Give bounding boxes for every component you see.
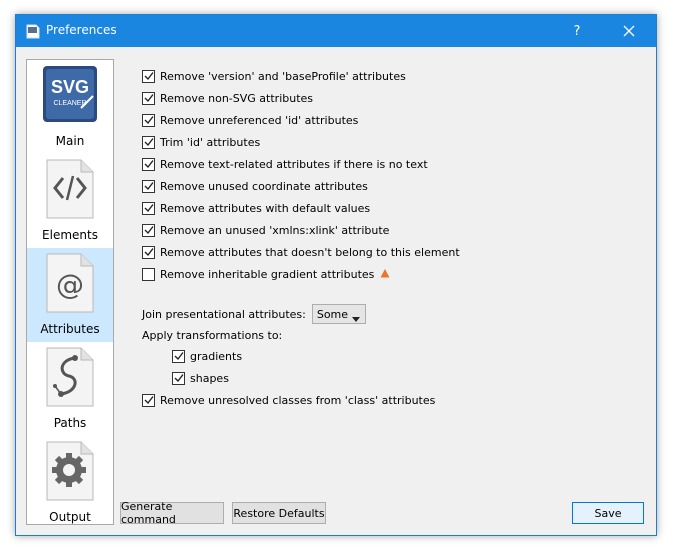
checkmark-icon bbox=[144, 226, 154, 235]
option-label: Trim 'id' attributes bbox=[160, 135, 261, 149]
option-label: Remove 'version' and 'baseProfile' attri… bbox=[160, 69, 406, 83]
join-attributes-row: Join presentational attributes: Some bbox=[142, 303, 366, 325]
checkbox[interactable] bbox=[142, 393, 155, 407]
option-label: Remove an unused 'xmlns:xlink' attribute bbox=[160, 223, 390, 237]
option-label: Remove attributes with default values bbox=[160, 201, 371, 215]
checkbox[interactable] bbox=[172, 371, 185, 385]
option-trim-id[interactable]: Trim 'id' attributes bbox=[142, 133, 260, 151]
app-icon bbox=[26, 24, 40, 39]
sidebar-item-elements[interactable]: Elements bbox=[27, 154, 113, 248]
option-label: Remove inheritable gradient attributes bbox=[160, 267, 375, 281]
option-label: Remove non-SVG attributes bbox=[160, 91, 314, 105]
checkbox[interactable] bbox=[142, 245, 155, 259]
sidebar-item-label: Elements bbox=[42, 228, 98, 242]
option-transform-gradients[interactable]: gradients bbox=[172, 347, 242, 365]
checkbox[interactable] bbox=[142, 179, 155, 193]
checkmark-icon bbox=[144, 116, 154, 125]
close-button[interactable] bbox=[606, 15, 652, 47]
option-label: Remove attributes that doesn't belong to… bbox=[160, 245, 460, 259]
restore-defaults-button[interactable]: Restore Defaults bbox=[232, 502, 326, 524]
checkmark-icon bbox=[144, 72, 154, 81]
checkmark-icon bbox=[144, 204, 154, 213]
checkmark-icon bbox=[174, 374, 184, 383]
option-label: Remove unused coordinate attributes bbox=[160, 179, 368, 193]
window-title: Preferences bbox=[46, 23, 117, 37]
sidebar-item-attributes[interactable]: @ Attributes bbox=[27, 248, 113, 342]
apply-transformations-label: Apply transformations to: bbox=[142, 329, 283, 342]
sidebar-item-label: Output bbox=[49, 510, 91, 524]
option-label: gradients bbox=[190, 349, 243, 363]
bezier-path-icon bbox=[41, 346, 99, 408]
join-select-value: Some bbox=[316, 307, 349, 321]
close-icon bbox=[623, 25, 635, 37]
sidebar-item-label: Main bbox=[55, 134, 85, 148]
sidebar-item-main[interactable]: SVG CLEANER Main bbox=[27, 60, 113, 154]
option-remove-version[interactable]: Remove 'version' and 'baseProfile' attri… bbox=[142, 67, 406, 85]
sidebar-item-output[interactable]: Output bbox=[27, 436, 113, 524]
option-remove-unreferenced-id[interactable]: Remove unreferenced 'id' attributes bbox=[142, 111, 358, 129]
help-button[interactable]: ? bbox=[554, 15, 600, 47]
checkmark-icon bbox=[144, 396, 154, 405]
warning-icon bbox=[380, 268, 390, 281]
option-transform-shapes[interactable]: shapes bbox=[172, 369, 229, 387]
option-label: Remove unresolved classes from 'class' a… bbox=[160, 393, 436, 407]
sidebar-item-label: Paths bbox=[53, 416, 87, 430]
checkmark-icon bbox=[144, 182, 154, 191]
option-remove-non-svg[interactable]: Remove non-SVG attributes bbox=[142, 89, 313, 107]
checkmark-icon bbox=[174, 352, 184, 361]
join-label: Join presentational attributes: bbox=[142, 307, 306, 321]
category-sidebar: SVG CLEANER Main Elements @ Attributes P… bbox=[26, 59, 114, 525]
save-button[interactable]: Save bbox=[572, 502, 644, 524]
preferences-window: Preferences ? SVG CLEANER Main Elements … bbox=[15, 14, 657, 536]
checkbox[interactable] bbox=[142, 91, 155, 105]
generate-command-button[interactable]: Generate command bbox=[120, 500, 224, 526]
attributes-panel: Remove 'version' and 'baseProfile' attri… bbox=[124, 59, 644, 499]
checkbox[interactable] bbox=[142, 135, 155, 149]
sidebar-item-label: Attributes bbox=[40, 322, 100, 336]
checkmark-icon bbox=[144, 138, 154, 147]
option-label: Remove text-related attributes if there … bbox=[160, 157, 428, 171]
gear-icon bbox=[41, 440, 99, 502]
option-remove-unresolved-classes[interactable]: Remove unresolved classes from 'class' a… bbox=[142, 391, 435, 409]
checkmark-icon bbox=[144, 160, 154, 169]
option-remove-xmlns-xlink[interactable]: Remove an unused 'xmlns:xlink' attribute bbox=[142, 221, 389, 239]
code-brackets-icon bbox=[41, 158, 99, 220]
checkbox[interactable] bbox=[142, 267, 155, 281]
join-select[interactable]: Some bbox=[311, 304, 366, 325]
option-remove-text-attrs[interactable]: Remove text-related attributes if there … bbox=[142, 155, 428, 173]
sidebar-item-paths[interactable]: Paths bbox=[27, 342, 113, 436]
svg-cleaner-logo-icon: SVG CLEANER bbox=[41, 64, 99, 126]
checkbox[interactable] bbox=[142, 113, 155, 127]
at-sign-icon: @ bbox=[41, 252, 99, 314]
chevron-down-icon bbox=[351, 312, 360, 325]
option-remove-inheritable-gradient[interactable]: Remove inheritable gradient attributes bbox=[142, 265, 390, 283]
logo-svg-text: SVG bbox=[51, 77, 89, 97]
option-remove-default-values[interactable]: Remove attributes with default values bbox=[142, 199, 370, 217]
svg-text:@: @ bbox=[56, 268, 84, 301]
checkbox[interactable] bbox=[172, 349, 185, 363]
checkmark-icon bbox=[144, 94, 154, 103]
checkbox[interactable] bbox=[142, 69, 155, 83]
option-label: Remove unreferenced 'id' attributes bbox=[160, 113, 359, 127]
checkbox[interactable] bbox=[142, 223, 155, 237]
title-bar[interactable]: Preferences ? bbox=[16, 15, 656, 47]
logo-cleaner-text: CLEANER bbox=[53, 100, 86, 107]
option-label: shapes bbox=[190, 371, 229, 385]
option-remove-nonbelonging[interactable]: Remove attributes that doesn't belong to… bbox=[142, 243, 460, 261]
checkmark-icon bbox=[144, 248, 154, 257]
checkbox[interactable] bbox=[142, 201, 155, 215]
checkbox[interactable] bbox=[142, 157, 155, 171]
option-remove-unused-coords[interactable]: Remove unused coordinate attributes bbox=[142, 177, 368, 195]
